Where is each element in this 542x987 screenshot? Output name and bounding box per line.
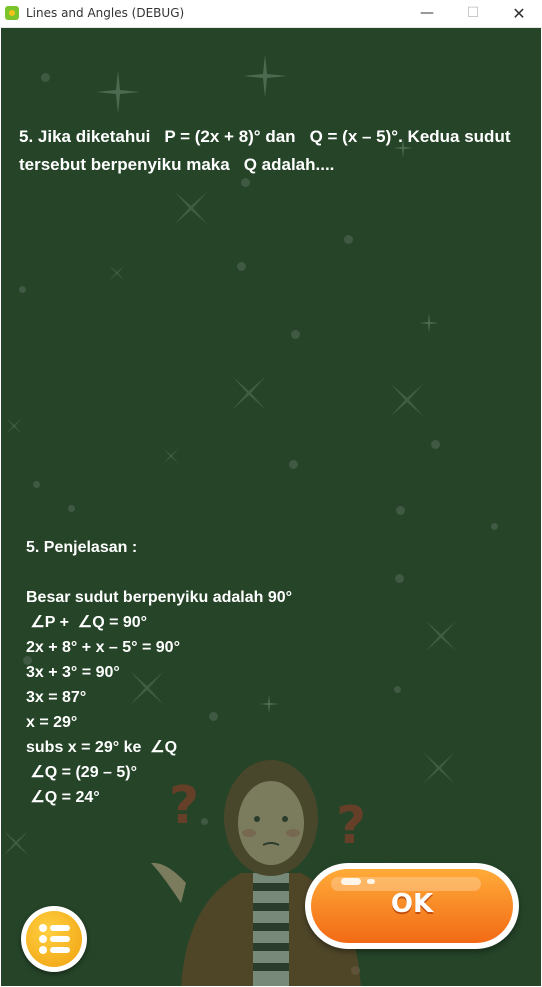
window-title: Lines and Angles (DEBUG) bbox=[26, 6, 185, 20]
minimize-button[interactable]: — bbox=[404, 0, 450, 27]
sparkle-star-icon bbox=[109, 265, 125, 281]
close-icon: ✕ bbox=[512, 4, 526, 23]
sparkle-star-icon bbox=[3, 830, 29, 856]
explanation-line: Besar sudut berpenyiku adalah 90° bbox=[26, 589, 293, 606]
background-dot bbox=[241, 178, 250, 187]
sparkle-star-icon bbox=[163, 448, 179, 464]
background-dot bbox=[68, 505, 75, 512]
maximize-icon: ☐ bbox=[466, 5, 480, 21]
background-dot bbox=[291, 330, 300, 339]
ok-button-face: OK bbox=[311, 869, 513, 943]
background-dot bbox=[431, 440, 440, 449]
question-part-1: 5. Jika diketahui bbox=[19, 127, 151, 146]
background-dot bbox=[41, 73, 50, 82]
ok-button-highlight bbox=[341, 878, 361, 885]
sparkle-star-icon bbox=[174, 191, 208, 225]
app-icon bbox=[5, 6, 19, 20]
sparkle-star-icon bbox=[390, 383, 424, 417]
menu-button[interactable] bbox=[21, 906, 87, 972]
question-part-2: P = (2x + 8)° dan bbox=[164, 127, 296, 146]
svg-text:?: ? bbox=[336, 796, 366, 856]
explanation-line: 3x = 87° bbox=[26, 689, 87, 706]
ok-button-highlight bbox=[367, 879, 375, 884]
background-dot bbox=[395, 574, 404, 583]
sparkle-star-icon bbox=[6, 418, 22, 434]
background-dot bbox=[396, 506, 405, 515]
explanation-line: ∠P + ∠Q = 90° bbox=[26, 614, 148, 631]
window-titlebar: Lines and Angles (DEBUG) — ☐ ✕ bbox=[0, 0, 542, 28]
explanation-line: 3x + 3° = 90° bbox=[26, 664, 120, 681]
list-menu-icon bbox=[39, 924, 70, 954]
background-dot bbox=[394, 686, 401, 693]
svg-text:?: ? bbox=[169, 776, 199, 836]
question-text: 5. Jika diketahui P = (2x + 8)° dan Q = (x… bbox=[19, 123, 524, 179]
sparkle-star-icon bbox=[232, 376, 266, 410]
sparkle-star-icon bbox=[96, 70, 140, 114]
background-dot bbox=[237, 262, 246, 271]
background-dot bbox=[33, 481, 40, 488]
sparkle-star-icon bbox=[423, 752, 455, 784]
explanation-line: x = 29° bbox=[26, 714, 78, 731]
sparkle-star-icon bbox=[243, 54, 287, 98]
background-dot bbox=[289, 460, 298, 469]
close-button[interactable]: ✕ bbox=[496, 0, 542, 27]
sparkle-star-icon bbox=[425, 620, 457, 652]
explanation-title: 5. Penjelasan : bbox=[26, 539, 138, 556]
game-canvas: 5. Jika diketahui P = (2x + 8)° dan Q = (x… bbox=[1, 28, 541, 986]
ok-button[interactable]: OK bbox=[305, 863, 519, 949]
background-dot bbox=[19, 286, 26, 293]
minimize-icon: — bbox=[420, 5, 434, 21]
background-dot bbox=[344, 235, 353, 244]
maximize-button[interactable]: ☐ bbox=[450, 0, 496, 27]
explanation-line: 2x + 8° + x – 5° = 90° bbox=[26, 639, 180, 656]
question-part-4: Q adalah.... bbox=[243, 155, 335, 174]
menu-button-face bbox=[26, 911, 82, 967]
sparkle-star-icon bbox=[419, 313, 439, 333]
ok-button-label: OK bbox=[390, 889, 434, 919]
background-dot bbox=[491, 523, 498, 530]
